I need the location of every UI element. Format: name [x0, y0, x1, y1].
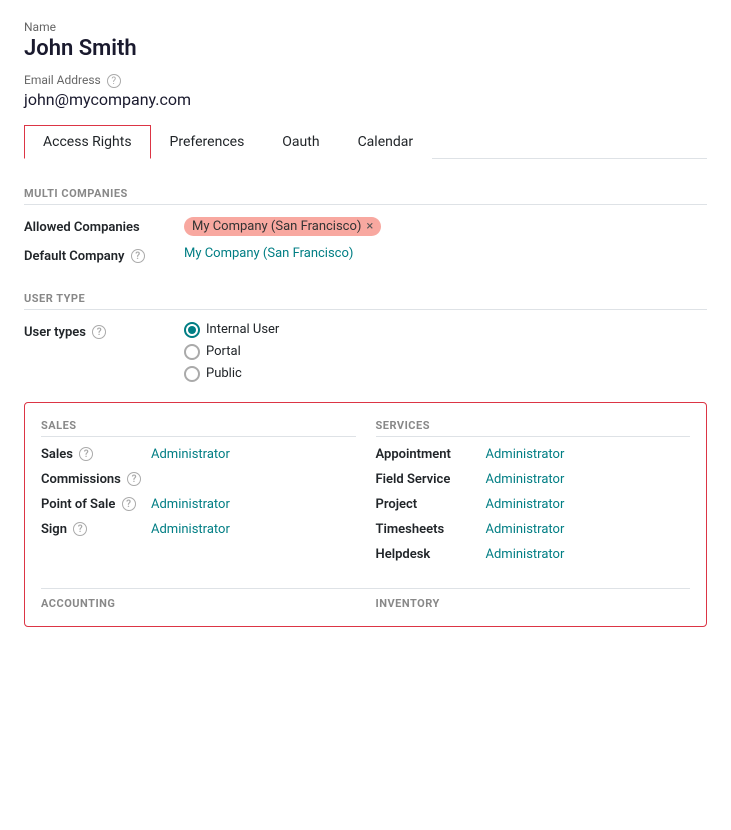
sales-help-icon[interactable]: ? — [79, 447, 93, 461]
perm-label-pos: Point of Sale ? — [41, 497, 151, 512]
perm-row-helpdesk: Helpdesk Administrator — [376, 547, 691, 562]
name-label: Name — [24, 20, 707, 34]
company-tag-close[interactable]: × — [366, 219, 373, 234]
tabs-container: Access Rights Preferences Oauth Calendar — [24, 125, 707, 159]
multi-companies-header: MULTI COMPANIES — [24, 179, 707, 205]
perm-value-project: Administrator — [486, 497, 565, 512]
tab-preferences[interactable]: Preferences — [151, 125, 264, 159]
perm-label-project: Project — [376, 497, 486, 512]
perm-value-sales: Administrator — [151, 447, 230, 462]
sign-help-icon[interactable]: ? — [73, 522, 87, 536]
services-column: SERVICES Appointment Administrator Field… — [376, 419, 691, 572]
user-types-row: User types ? Internal User Portal — [24, 322, 707, 382]
allowed-companies-row: Allowed Companies My Company (San Franci… — [24, 217, 707, 236]
permissions-box: SALES Sales ? Administrator Commissions … — [24, 402, 707, 627]
accounting-header: ACCOUNTING — [41, 597, 356, 610]
default-company-label: Default Company ? — [24, 246, 184, 264]
multi-companies-section: MULTI COMPANIES Allowed Companies My Com… — [24, 179, 707, 264]
radio-label-internal: Internal User — [206, 322, 279, 337]
user-type-header: USER TYPE — [24, 284, 707, 310]
perm-value-appointment: Administrator — [486, 447, 565, 462]
user-types-options: Internal User Portal Public — [184, 322, 707, 382]
company-tag: My Company (San Francisco) × — [184, 217, 381, 236]
pos-help-icon[interactable]: ? — [122, 497, 136, 511]
perm-label-helpdesk: Helpdesk — [376, 547, 486, 562]
perm-label-appointment: Appointment — [376, 447, 486, 462]
perm-row-timesheets: Timesheets Administrator — [376, 522, 691, 537]
perm-value-field-service: Administrator — [486, 472, 565, 487]
radio-internal-user[interactable]: Internal User — [184, 322, 707, 338]
email-section: Email Address ? john@mycompany.com — [24, 73, 707, 109]
company-tag-text: My Company (San Francisco) — [192, 219, 361, 234]
radio-circle-portal — [184, 344, 200, 360]
default-company-row: Default Company ? My Company (San Franci… — [24, 246, 707, 264]
default-company-link[interactable]: My Company (San Francisco) — [184, 246, 353, 261]
perm-label-sales: Sales ? — [41, 447, 151, 462]
perm-row-commissions: Commissions ? — [41, 472, 356, 487]
perm-row-project: Project Administrator — [376, 497, 691, 512]
perm-row-sign: Sign ? Administrator — [41, 522, 356, 537]
user-name: John Smith — [24, 36, 707, 61]
radio-circle-public — [184, 366, 200, 382]
perm-row-field-service: Field Service Administrator — [376, 472, 691, 487]
user-type-section: USER TYPE User types ? Internal User Por… — [24, 284, 707, 382]
default-company-help-icon[interactable]: ? — [131, 249, 145, 263]
perm-value-sign: Administrator — [151, 522, 230, 537]
default-company-value: My Company (San Francisco) — [184, 246, 707, 261]
radio-public[interactable]: Public — [184, 366, 707, 382]
perm-value-helpdesk: Administrator — [486, 547, 565, 562]
radio-label-portal: Portal — [206, 344, 241, 359]
radio-label-public: Public — [206, 366, 242, 381]
allowed-companies-label: Allowed Companies — [24, 217, 184, 235]
perm-value-pos: Administrator — [151, 497, 230, 512]
tab-access-rights[interactable]: Access Rights — [24, 125, 151, 159]
bottom-section-headers: ACCOUNTING INVENTORY — [41, 588, 690, 610]
radio-portal[interactable]: Portal — [184, 344, 707, 360]
email-value: john@mycompany.com — [24, 90, 707, 109]
perm-row-sales: Sales ? Administrator — [41, 447, 356, 462]
user-types-label: User types ? — [24, 322, 184, 340]
perm-row-pos: Point of Sale ? Administrator — [41, 497, 356, 512]
services-header: SERVICES — [376, 419, 691, 437]
email-label: Email Address ? — [24, 73, 707, 88]
name-section: Name John Smith — [24, 20, 707, 61]
commissions-help-icon[interactable]: ? — [127, 472, 141, 486]
sales-column: SALES Sales ? Administrator Commissions … — [41, 419, 356, 572]
perm-label-sign: Sign ? — [41, 522, 151, 537]
tab-oauth[interactable]: Oauth — [263, 125, 338, 159]
perm-label-timesheets: Timesheets — [376, 522, 486, 537]
perm-value-timesheets: Administrator — [486, 522, 565, 537]
inventory-header: INVENTORY — [376, 597, 691, 610]
tab-calendar[interactable]: Calendar — [339, 125, 433, 159]
page-container: Name John Smith Email Address ? john@myc… — [0, 0, 731, 647]
email-help-icon[interactable]: ? — [107, 74, 121, 88]
perm-label-commissions: Commissions ? — [41, 472, 151, 487]
allowed-companies-value: My Company (San Francisco) × — [184, 217, 707, 236]
radio-group: Internal User Portal Public — [184, 322, 707, 382]
perm-label-field-service: Field Service — [376, 472, 486, 487]
radio-circle-internal — [184, 322, 200, 338]
sales-header: SALES — [41, 419, 356, 437]
perm-row-appointment: Appointment Administrator — [376, 447, 691, 462]
user-types-help-icon[interactable]: ? — [92, 325, 106, 339]
permissions-grid: SALES Sales ? Administrator Commissions … — [41, 419, 690, 572]
